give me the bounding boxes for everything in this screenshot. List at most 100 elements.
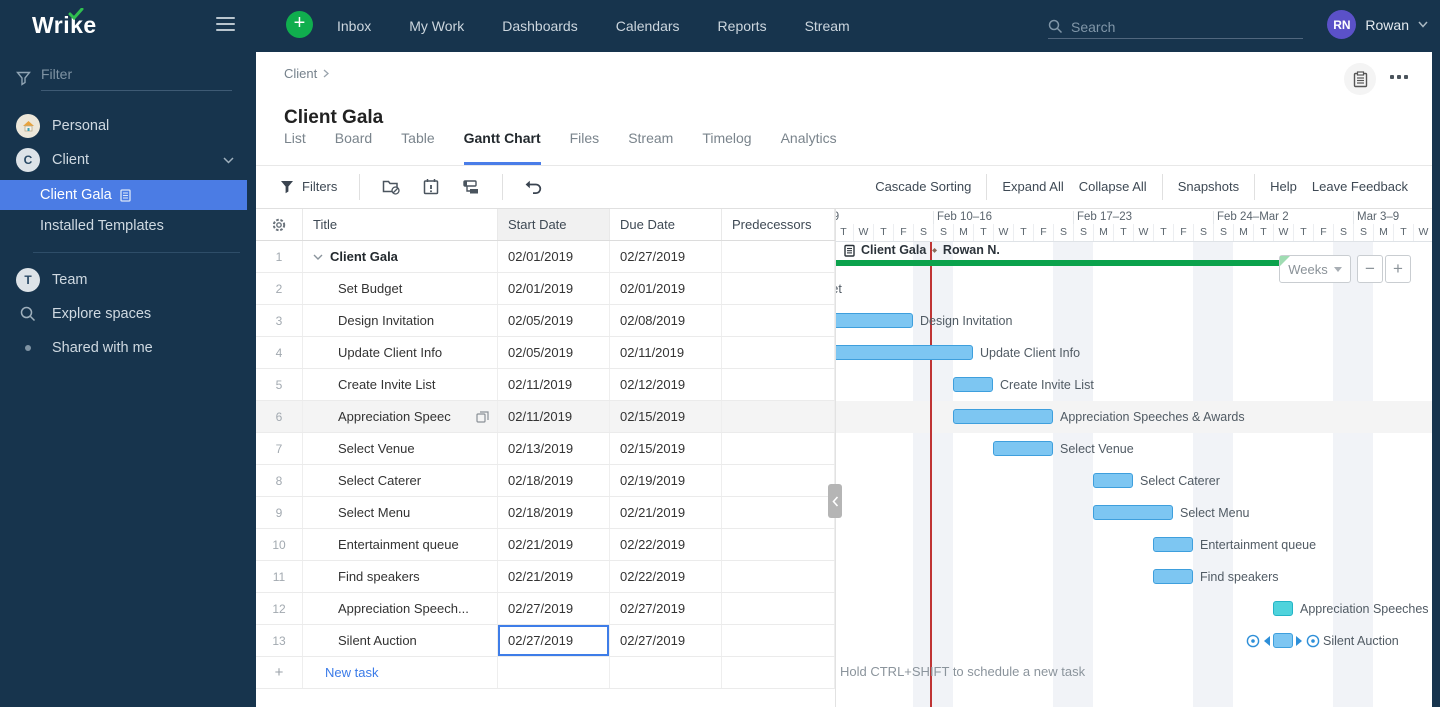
predecessors-cell[interactable] xyxy=(722,529,835,560)
task-title-cell[interactable]: Appreciation Speec xyxy=(303,401,498,432)
tab-list[interactable]: List xyxy=(284,130,306,165)
collapse-chevron-icon[interactable] xyxy=(313,254,323,260)
task-bar[interactable] xyxy=(1153,569,1193,584)
task-title-cell[interactable]: Client Gala xyxy=(303,241,498,272)
column-header-predecessors[interactable]: Predecessors xyxy=(722,209,835,240)
start-date-cell[interactable]: 02/05/2019 xyxy=(498,305,610,336)
predecessors-cell[interactable] xyxy=(722,497,835,528)
predecessors-cell[interactable] xyxy=(722,369,835,400)
row-number[interactable]: 3 xyxy=(256,305,303,336)
row-number[interactable]: 5 xyxy=(256,369,303,400)
predecessors-cell[interactable] xyxy=(722,241,835,272)
predecessors-cell[interactable] xyxy=(722,465,835,496)
project-summary-bar[interactable] xyxy=(836,260,1293,266)
sidebar-item-personal[interactable]: Personal xyxy=(0,109,256,143)
breadcrumb-item[interactable]: Client xyxy=(284,66,317,81)
start-date-cell[interactable]: 02/13/2019 xyxy=(498,433,610,464)
row-number[interactable]: 10 xyxy=(256,529,303,560)
predecessors-cell[interactable] xyxy=(722,337,835,368)
row-number[interactable]: 12 xyxy=(256,593,303,624)
task-bar[interactable] xyxy=(1093,505,1173,520)
add-task-plus[interactable]: + xyxy=(256,657,303,688)
collapse-all-button[interactable]: Collapse All xyxy=(1079,179,1147,194)
project-info-button[interactable] xyxy=(1344,63,1376,95)
dependency-handle-right[interactable] xyxy=(1306,634,1320,648)
task-title-cell[interactable]: Select Venue xyxy=(303,433,498,464)
nav-item-stream[interactable]: Stream xyxy=(805,18,850,34)
tab-gantt-chart[interactable]: Gantt Chart xyxy=(463,130,541,165)
due-date-cell[interactable]: 02/22/2019 xyxy=(610,561,722,592)
task-bar[interactable] xyxy=(1273,601,1293,616)
row-number[interactable]: 4 xyxy=(256,337,303,368)
leave-feedback-button[interactable]: Leave Feedback xyxy=(1312,179,1408,194)
task-title-cell[interactable]: Update Client Info xyxy=(303,337,498,368)
start-date-cell[interactable]: 02/01/2019 xyxy=(498,241,610,272)
predecessors-cell[interactable] xyxy=(722,433,835,464)
tab-analytics[interactable]: Analytics xyxy=(781,130,837,165)
start-date-cell[interactable]: 02/21/2019 xyxy=(498,529,610,560)
resize-handle-left[interactable] xyxy=(1264,636,1270,646)
new-task-link[interactable]: New task xyxy=(325,665,378,680)
start-date-cell[interactable]: 02/05/2019 xyxy=(498,337,610,368)
predecessors-cell[interactable] xyxy=(722,273,835,304)
predecessors-cell[interactable] xyxy=(722,593,835,624)
task-title-cell[interactable]: Appreciation Speech... xyxy=(303,593,498,624)
task-bar[interactable] xyxy=(1093,473,1133,488)
menu-icon[interactable] xyxy=(216,17,235,35)
filters-button[interactable]: Filters xyxy=(280,179,337,194)
start-date-cell[interactable]: 02/21/2019 xyxy=(498,561,610,592)
sidebar-item-team[interactable]: T Team xyxy=(0,263,256,297)
row-number[interactable]: 7 xyxy=(256,433,303,464)
start-date-cell[interactable]: 02/11/2019 xyxy=(498,369,610,400)
task-title-cell[interactable]: Design Invitation xyxy=(303,305,498,336)
sidebar-item-installed-templates[interactable]: Installed Templates xyxy=(0,210,256,242)
breadcrumb[interactable]: Client xyxy=(284,66,330,81)
user-menu[interactable]: RN Rowan xyxy=(1327,10,1428,39)
sidebar-item-client-gala[interactable]: Client Gala xyxy=(0,180,247,210)
row-number[interactable]: 6 xyxy=(256,401,303,432)
due-date-cell[interactable]: 02/11/2019 xyxy=(610,337,722,368)
due-date-cell[interactable]: 02/27/2019 xyxy=(610,241,722,272)
column-header-title[interactable]: Title xyxy=(303,209,498,240)
task-bar[interactable] xyxy=(953,409,1053,424)
task-title-cell[interactable]: Silent Auction xyxy=(303,625,498,656)
tab-files[interactable]: Files xyxy=(570,130,600,165)
task-title-cell[interactable]: Select Caterer xyxy=(303,465,498,496)
more-options-button[interactable] xyxy=(1390,75,1408,79)
start-date-cell[interactable]: 02/27/2019 xyxy=(498,593,610,624)
sidebar-item-shared-with-me[interactable]: Shared with me xyxy=(0,331,256,365)
zoom-out-button[interactable]: − xyxy=(1357,255,1383,283)
sidebar-item-client[interactable]: C Client xyxy=(0,143,256,177)
tab-board[interactable]: Board xyxy=(335,130,372,165)
create-button[interactable]: + xyxy=(286,11,313,38)
cascade-sorting-button[interactable]: Cascade Sorting xyxy=(875,179,971,194)
due-date-cell[interactable]: 02/19/2019 xyxy=(610,465,722,496)
zoom-in-button[interactable]: + xyxy=(1385,255,1411,283)
nav-item-my-work[interactable]: My Work xyxy=(409,18,464,34)
undo-icon[interactable] xyxy=(525,180,543,194)
tab-timelog[interactable]: Timelog xyxy=(702,130,751,165)
row-number[interactable]: 2 xyxy=(256,273,303,304)
help-button[interactable]: Help xyxy=(1270,179,1297,194)
column-header-start-date[interactable]: Start Date xyxy=(498,209,610,240)
nav-item-dashboards[interactable]: Dashboards xyxy=(502,18,578,34)
start-date-cell[interactable]: 02/01/2019 xyxy=(498,273,610,304)
sidebar-item-explore-spaces[interactable]: Explore spaces xyxy=(0,297,256,331)
task-bar[interactable] xyxy=(1153,537,1193,552)
due-date-cell[interactable]: 02/22/2019 xyxy=(610,529,722,560)
wrike-logo[interactable]: Wrike xyxy=(32,8,97,39)
hide-folders-icon[interactable] xyxy=(382,178,401,195)
nav-item-reports[interactable]: Reports xyxy=(718,18,767,34)
due-date-cell[interactable]: 02/27/2019 xyxy=(610,593,722,624)
start-date-cell[interactable]: 02/11/2019 xyxy=(498,401,610,432)
open-task-icon[interactable] xyxy=(476,410,489,423)
task-bar[interactable] xyxy=(836,345,973,360)
conflict-dates-icon[interactable] xyxy=(423,178,439,195)
task-bar[interactable] xyxy=(953,377,993,392)
nav-item-calendars[interactable]: Calendars xyxy=(616,18,680,34)
due-date-cell[interactable]: 02/12/2019 xyxy=(610,369,722,400)
predecessors-cell[interactable] xyxy=(722,561,835,592)
start-date-cell[interactable]: 02/27/2019 xyxy=(498,625,610,656)
column-header-due-date[interactable]: Due Date xyxy=(610,209,722,240)
task-title-cell[interactable]: Find speakers xyxy=(303,561,498,592)
